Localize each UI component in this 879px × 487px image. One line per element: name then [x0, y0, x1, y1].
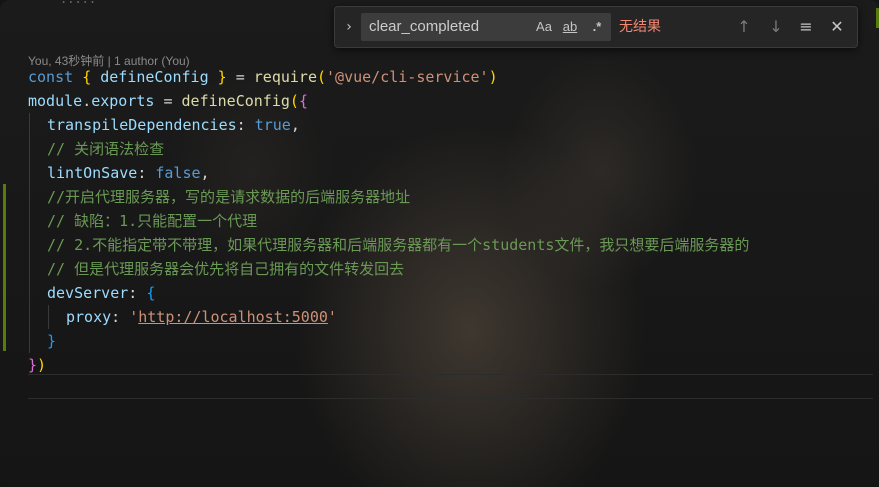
- arrow-up-icon: ↑: [737, 17, 751, 36]
- token: devServer: [47, 284, 129, 302]
- token: :: [111, 308, 130, 326]
- close-find-button[interactable]: ✕: [826, 16, 848, 38]
- code-line-4[interactable]: // 关闭语法检查: [28, 138, 164, 161]
- close-icon: ✕: [830, 17, 844, 36]
- list-selection-icon: ≡: [799, 17, 813, 36]
- token: }: [28, 356, 38, 374]
- token: :: [236, 116, 255, 134]
- token: ': [327, 308, 337, 326]
- token: =: [226, 68, 254, 86]
- find-status: 无结果: [619, 19, 661, 35]
- token: require: [253, 68, 317, 86]
- token: lintOnSave: [47, 164, 138, 182]
- chevron-right-icon: ›: [346, 19, 352, 35]
- code-line-2[interactable]: module.exports = defineConfig({: [28, 90, 308, 113]
- code-line-11[interactable]: proxy: 'http://localhost:5000': [28, 306, 337, 329]
- find-in-selection-button[interactable]: ≡: [795, 16, 817, 38]
- token: ': [129, 308, 139, 326]
- token: .: [82, 92, 92, 110]
- token: ): [488, 68, 498, 86]
- find-input[interactable]: clear_completed Aa ab .*: [361, 13, 611, 41]
- token: }: [217, 68, 227, 86]
- token: true: [254, 116, 291, 134]
- code-editor[interactable]: ..... You, 43秒钟前 | 1 author (You) const …: [0, 0, 879, 487]
- token: (: [317, 68, 327, 86]
- arrow-down-icon: ↓: [769, 17, 783, 36]
- token: false: [155, 164, 201, 182]
- previous-codelens-fragment: .....: [60, 0, 160, 6]
- token: {: [298, 92, 308, 110]
- regex-button[interactable]: .*: [587, 17, 607, 37]
- token: '@vue/cli-service': [326, 68, 489, 86]
- previous-match-button[interactable]: ↑: [733, 16, 755, 38]
- token: exports: [91, 92, 155, 110]
- match-case-button[interactable]: Aa: [533, 17, 555, 37]
- token: const: [28, 68, 74, 86]
- token: ): [37, 356, 47, 374]
- token: defineConfig: [181, 92, 290, 110]
- find-input-value: clear_completed: [369, 18, 480, 35]
- code-line-9[interactable]: // 但是代理服务器会优先将自己拥有的文件转发回去: [28, 258, 404, 281]
- token: :: [137, 164, 156, 182]
- next-match-button[interactable]: ↓: [765, 16, 787, 38]
- toggle-replace-button[interactable]: ›: [339, 16, 359, 38]
- current-line-highlight: [28, 374, 873, 399]
- token: defineConfig: [91, 68, 218, 86]
- git-modified-bar[interactable]: [3, 184, 6, 351]
- code-line-10[interactable]: devServer: {: [28, 282, 155, 305]
- code-line-6[interactable]: //开启代理服务器，写的是请求数据的后端服务器地址: [28, 186, 410, 209]
- code-line-5[interactable]: lintOnSave: false,: [28, 162, 210, 185]
- token: ,: [290, 116, 300, 134]
- token: proxy: [66, 308, 112, 326]
- token: transpileDependencies: [47, 116, 237, 134]
- token: {: [82, 68, 92, 86]
- token: (: [289, 92, 299, 110]
- token: =: [154, 92, 182, 110]
- token: ,: [200, 164, 210, 182]
- code-line-7[interactable]: // 缺陷：1.只能配置一个代理: [28, 210, 257, 233]
- whole-word-button[interactable]: ab: [559, 17, 581, 37]
- url-link[interactable]: http://localhost:5000: [138, 308, 328, 326]
- find-widget: › clear_completed Aa ab .* 无结果 ↑ ↓ ≡ ✕: [334, 6, 858, 48]
- token: {: [146, 284, 156, 302]
- code-line-3[interactable]: transpileDependencies: true,: [28, 114, 300, 137]
- code-line-8[interactable]: // 2.不能指定带不带理，如果代理服务器和后端服务器都有一个students文…: [28, 234, 749, 257]
- code-line-12[interactable]: }: [28, 330, 56, 353]
- code-line-1[interactable]: const { defineConfig } = require('@vue/c…: [28, 66, 498, 89]
- token: :: [128, 284, 147, 302]
- token: module: [28, 92, 83, 110]
